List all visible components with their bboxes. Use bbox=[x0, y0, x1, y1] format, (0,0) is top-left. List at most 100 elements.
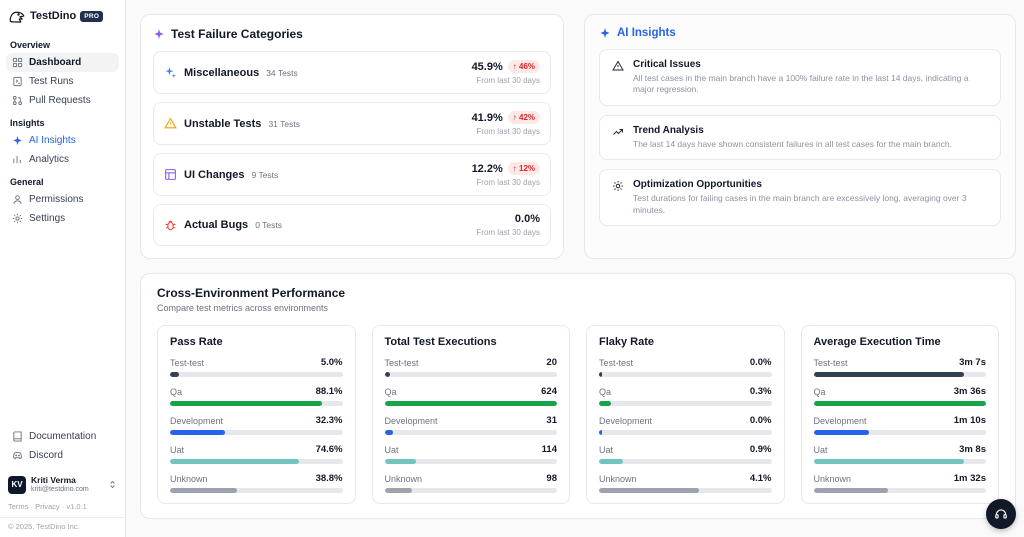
period-label: From last 30 days bbox=[476, 228, 540, 237]
ui-changes-layout-icon bbox=[164, 168, 177, 181]
progress-fill bbox=[599, 459, 623, 464]
sidebar-item-test-runs[interactable]: Test Runs bbox=[6, 72, 119, 91]
env-metrics-grid: Pass Rate Test-test5.0% Qa88.1% Developm… bbox=[157, 325, 999, 504]
brand-name: TestDino bbox=[30, 10, 76, 22]
card-header: Test Failure Categories bbox=[153, 27, 551, 41]
env-label: Uat bbox=[170, 445, 184, 455]
progress-fill bbox=[385, 401, 558, 406]
row-right: 41.9% ↑ 42% From last 30 days bbox=[472, 111, 540, 136]
sparkle-icon bbox=[599, 27, 611, 39]
sidebar-nav: Overview Dashboard Test Runs Pull Reques… bbox=[0, 30, 125, 230]
env-value: 3m 7s bbox=[959, 357, 986, 368]
failure-category-row: Miscellaneous 34 Tests 45.9% ↑ 46% From … bbox=[153, 51, 551, 94]
row-right: 45.9% ↑ 46% From last 30 days bbox=[472, 60, 540, 85]
env-label: Test-test bbox=[385, 358, 419, 368]
progress-fill bbox=[599, 430, 602, 435]
env-row: Unknown1m 32s bbox=[814, 473, 987, 493]
app: TestDino PRO Overview Dashboard Test Run… bbox=[0, 0, 1024, 537]
env-row: Test-test 3m 7s bbox=[814, 357, 987, 377]
failure-category-row: UI Changes 9 Tests 12.2% ↑ 12% From last… bbox=[153, 153, 551, 196]
env-value: 1m 10s bbox=[954, 415, 986, 426]
env-label: Test-test bbox=[170, 358, 204, 368]
sidebar-item-label: AI Insights bbox=[29, 135, 76, 146]
card-header: AI Insights bbox=[599, 27, 1001, 39]
top-row: Test Failure Categories Miscellaneous 34… bbox=[140, 14, 1016, 259]
progress-fill bbox=[814, 459, 964, 464]
progress-fill bbox=[385, 430, 394, 435]
category-label: Unstable Tests bbox=[184, 118, 261, 130]
progress-track bbox=[814, 372, 987, 377]
progress-track bbox=[814, 488, 987, 493]
trending-up-icon bbox=[612, 126, 624, 138]
env-row: Development0.0% bbox=[599, 415, 772, 435]
legal-links[interactable]: Terms · Privacy · v1.0.1 bbox=[0, 500, 125, 517]
row-right: 0.0% From last 30 days bbox=[476, 213, 540, 237]
gear-icon bbox=[612, 180, 624, 192]
progress-fill bbox=[385, 488, 413, 493]
insight-body: Optimization Opportunities Test duration… bbox=[633, 179, 988, 216]
insight-text: All test cases in the main branch have a… bbox=[633, 73, 988, 96]
env-value: 3m 36s bbox=[954, 386, 986, 397]
sidebar-item-pull-requests[interactable]: Pull Requests bbox=[6, 91, 119, 110]
progress-fill bbox=[814, 401, 987, 406]
nav-section-insights: Insights bbox=[10, 118, 115, 128]
row-left: UI Changes 9 Tests bbox=[164, 168, 278, 181]
period-label: From last 30 days bbox=[472, 76, 540, 85]
env-label: Unknown bbox=[170, 474, 208, 484]
progress-fill bbox=[170, 372, 179, 377]
brand[interactable]: TestDino PRO bbox=[0, 0, 125, 30]
env-label: Qa bbox=[170, 387, 182, 397]
metric-title: Flaky Rate bbox=[599, 336, 772, 348]
actual-bugs-bug-icon bbox=[164, 219, 177, 232]
user-email: kriti@testdino.com bbox=[31, 486, 89, 494]
env-row: Development31 bbox=[385, 415, 558, 435]
chevrons-up-down-icon bbox=[108, 480, 117, 489]
env-value: 114 bbox=[542, 444, 557, 455]
insight-title: Optimization Opportunities bbox=[633, 179, 988, 190]
headset-icon bbox=[994, 507, 1008, 521]
user-menu[interactable]: KV Kriti Verma kriti@testdino.com bbox=[0, 469, 125, 500]
progress-fill bbox=[170, 401, 322, 406]
progress-fill bbox=[385, 459, 416, 464]
env-label: Unknown bbox=[599, 474, 637, 484]
insight-body: Critical Issues All test cases in the ma… bbox=[633, 59, 988, 96]
sidebar: TestDino PRO Overview Dashboard Test Run… bbox=[0, 0, 126, 537]
env-value: 74.6% bbox=[316, 444, 343, 455]
progress-track bbox=[170, 401, 343, 406]
sidebar-item-analytics[interactable]: Analytics bbox=[6, 150, 119, 169]
failure-category-row: Unstable Tests 31 Tests 41.9% ↑ 42% From… bbox=[153, 102, 551, 145]
env-label: Uat bbox=[599, 445, 613, 455]
documentation-icon bbox=[12, 431, 23, 442]
dashboard-icon bbox=[12, 57, 23, 68]
progress-track bbox=[170, 372, 343, 377]
total-executions-card: Total Test Executions Test-test20 Qa624 … bbox=[372, 325, 571, 504]
sparkle-icon bbox=[153, 28, 165, 40]
category-percentage: 45.9% bbox=[472, 61, 503, 73]
progress-fill bbox=[814, 488, 888, 493]
env-label: Uat bbox=[385, 445, 399, 455]
env-value: 1m 32s bbox=[954, 473, 986, 484]
pull-requests-icon bbox=[12, 95, 23, 106]
env-value: 38.8% bbox=[316, 473, 343, 484]
discord-icon bbox=[12, 450, 23, 461]
sidebar-item-permissions[interactable]: Permissions bbox=[6, 190, 119, 209]
env-value: 20 bbox=[546, 357, 557, 368]
sidebar-item-settings[interactable]: Settings bbox=[6, 209, 119, 228]
env-row: Qa624 bbox=[385, 386, 558, 406]
sidebar-item-documentation[interactable]: Documentation bbox=[6, 427, 119, 446]
row-right: 12.2% ↑ 12% From last 30 days bbox=[472, 162, 540, 187]
progress-fill bbox=[385, 372, 390, 377]
sidebar-item-dashboard[interactable]: Dashboard bbox=[6, 53, 119, 72]
sidebar-item-ai-insights[interactable]: AI Insights bbox=[6, 131, 119, 150]
env-label: Qa bbox=[814, 387, 826, 397]
env-row: Uat3m 8s bbox=[814, 444, 987, 464]
metric-title: Total Test Executions bbox=[385, 336, 558, 348]
alert-triangle-icon bbox=[612, 60, 624, 72]
env-value: 624 bbox=[541, 386, 557, 397]
env-row: Uat0.9% bbox=[599, 444, 772, 464]
progress-fill bbox=[170, 459, 299, 464]
env-label: Test-test bbox=[814, 358, 848, 368]
support-fab[interactable] bbox=[986, 499, 1016, 529]
env-row: Development32.3% bbox=[170, 415, 343, 435]
sidebar-item-discord[interactable]: Discord bbox=[6, 446, 119, 465]
